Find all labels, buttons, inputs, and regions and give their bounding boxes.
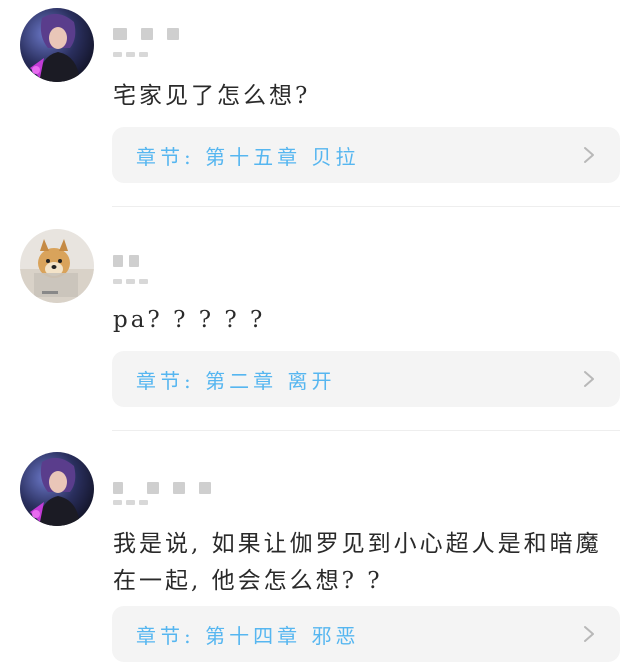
username-blurred (113, 28, 179, 40)
chevron-right-icon (580, 146, 598, 164)
avatar[interactable] (20, 229, 94, 303)
username-blurred (113, 482, 211, 494)
avatar-image (20, 229, 94, 303)
chapter-label: 章节: 第十五章 贝拉 (136, 144, 360, 169)
comment-feed: 宅家见了怎么想? 章节: 第十五章 贝拉 pa? ? ? ? ? 章节: 第二章… (0, 0, 640, 666)
divider (112, 430, 620, 431)
chapter-label: 章节: 第十四章 邪恶 (136, 623, 360, 648)
divider (112, 206, 620, 207)
avatar[interactable] (20, 452, 94, 526)
avatar-image (20, 452, 94, 526)
chevron-right-icon (580, 370, 598, 388)
timestamp-blurred (113, 279, 148, 284)
comment-item: 我是说, 如果让伽罗见到小心超人是和暗魔在一起, 他会怎么想? ? 章节: 第十… (0, 438, 640, 666)
timestamp-blurred (113, 52, 148, 57)
comment-text: 我是说, 如果让伽罗见到小心超人是和暗魔在一起, 他会怎么想? ? (113, 531, 602, 594)
timestamp-blurred (113, 500, 148, 505)
avatar[interactable] (20, 8, 94, 82)
chapter-link[interactable]: 章节: 第十五章 贝拉 (112, 127, 620, 183)
avatar-image (20, 8, 94, 82)
chevron-right-icon (580, 625, 598, 643)
comment-item: pa? ? ? ? ? 章节: 第二章 离开 (0, 215, 640, 425)
chapter-link[interactable]: 章节: 第十四章 邪恶 (112, 606, 620, 662)
username-blurred (113, 255, 139, 267)
comment-text: pa? ? ? ? ? (113, 307, 266, 333)
comment-item: 宅家见了怎么想? 章节: 第十五章 贝拉 (0, 0, 640, 205)
chapter-link[interactable]: 章节: 第二章 离开 (112, 351, 620, 407)
chapter-label: 章节: 第二章 离开 (136, 368, 336, 393)
comment-text: 宅家见了怎么想? (113, 83, 311, 109)
